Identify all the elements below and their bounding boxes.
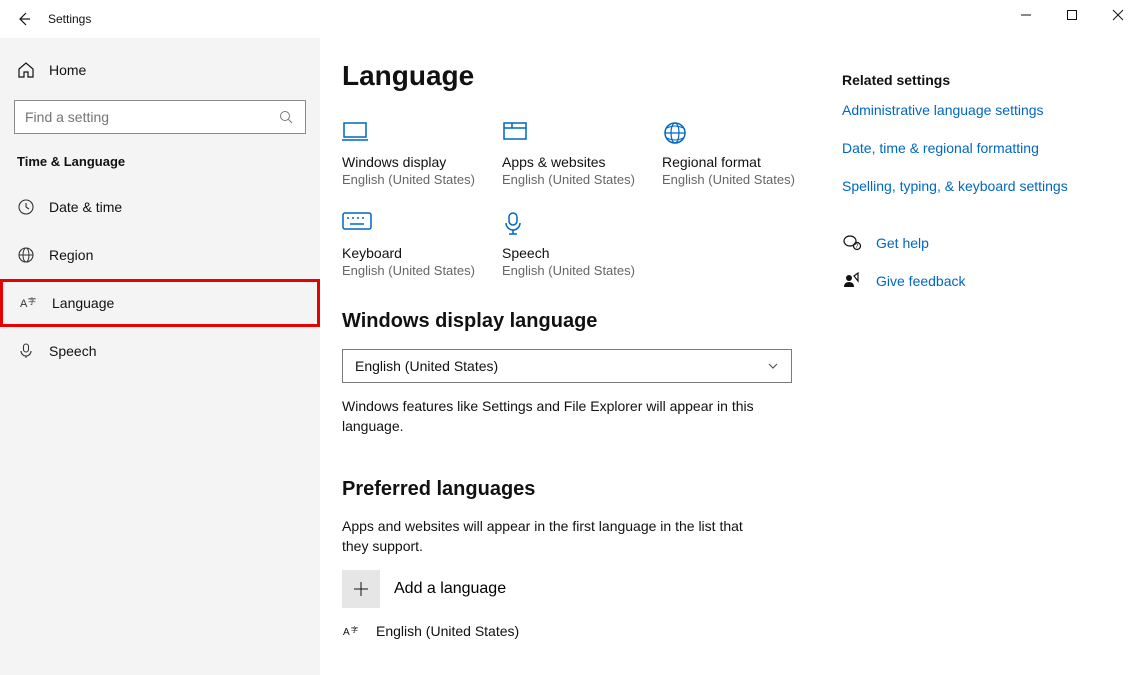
get-help-link[interactable]: ? Get help xyxy=(842,234,1102,252)
give-feedback-label: Give feedback xyxy=(876,273,966,289)
svg-text:A: A xyxy=(20,298,28,310)
home-icon xyxy=(17,61,35,79)
sidebar-item-date-time[interactable]: Date & time xyxy=(0,183,320,231)
language-item[interactable]: A字 English (United States) xyxy=(342,622,842,640)
window-controls xyxy=(1003,0,1141,30)
keyboard-icon xyxy=(342,211,492,241)
display-icon xyxy=(342,120,492,150)
content: Language Windows display English (United… xyxy=(342,60,842,675)
sidebar-item-speech[interactable]: Speech xyxy=(0,327,320,375)
close-button[interactable] xyxy=(1095,0,1141,30)
display-language-dropdown[interactable]: English (United States) xyxy=(342,349,792,383)
link-date-time-regional[interactable]: Date, time & regional formatting xyxy=(842,140,1102,156)
tile-sub: English (United States) xyxy=(662,172,812,187)
plus-icon xyxy=(342,570,380,608)
feedback-icon xyxy=(842,272,862,290)
search-field[interactable] xyxy=(25,109,277,125)
tile-title: Regional format xyxy=(662,154,812,170)
sidebar-item-label: Speech xyxy=(49,343,96,359)
search-input[interactable] xyxy=(14,100,306,134)
give-feedback-link[interactable]: Give feedback xyxy=(842,272,1102,290)
tile-title: Keyboard xyxy=(342,245,492,261)
add-language-label: Add a language xyxy=(394,580,506,598)
tile-title: Speech xyxy=(502,245,652,261)
clock-icon xyxy=(17,198,35,216)
add-language-button[interactable]: Add a language xyxy=(342,570,842,608)
dropdown-value: English (United States) xyxy=(355,358,498,374)
tile-apps-websites[interactable]: Apps & websites English (United States) xyxy=(502,120,652,187)
svg-text:字: 字 xyxy=(28,296,36,306)
related-settings-header: Related settings xyxy=(842,72,1102,88)
tile-keyboard[interactable]: Keyboard English (United States) xyxy=(342,211,492,278)
globe-region-icon xyxy=(662,120,812,150)
tile-windows-display[interactable]: Windows display English (United States) xyxy=(342,120,492,187)
sidebar-item-label: Date & time xyxy=(49,199,122,215)
nav-home-label: Home xyxy=(49,62,86,78)
microphone-icon xyxy=(502,211,652,241)
get-help-label: Get help xyxy=(876,235,929,251)
preferred-languages-title: Preferred languages xyxy=(342,478,842,501)
display-language-desc: Windows features like Settings and File … xyxy=(342,397,772,436)
maximize-button[interactable] xyxy=(1049,0,1095,30)
sidebar-section-header: Time & Language xyxy=(0,148,320,183)
microphone-icon xyxy=(17,342,35,360)
right-column: Related settings Administrative language… xyxy=(842,60,1122,675)
search-icon xyxy=(277,110,295,124)
titlebar: Settings xyxy=(0,0,1141,38)
link-admin-language[interactable]: Administrative language settings xyxy=(842,102,1102,118)
tile-speech[interactable]: Speech English (United States) xyxy=(502,211,652,278)
help-icon: ? xyxy=(842,234,862,252)
tile-sub: English (United States) xyxy=(342,172,492,187)
tile-regional-format[interactable]: Regional format English (United States) xyxy=(662,120,812,187)
svg-text:A: A xyxy=(343,627,350,638)
tile-title: Windows display xyxy=(342,154,492,170)
page-title: Language xyxy=(342,60,842,92)
tile-title: Apps & websites xyxy=(502,154,652,170)
minimize-button[interactable] xyxy=(1003,0,1049,30)
language-icon: A字 xyxy=(20,294,38,312)
sidebar-item-region[interactable]: Region xyxy=(0,231,320,279)
chevron-down-icon xyxy=(767,360,779,372)
language-item-label: English (United States) xyxy=(376,623,519,639)
svg-text:字: 字 xyxy=(351,625,358,634)
sidebar-item-label: Language xyxy=(52,295,114,311)
preferred-languages-desc: Apps and websites will appear in the fir… xyxy=(342,517,772,556)
window-title: Settings xyxy=(48,0,91,38)
sidebar-item-label: Region xyxy=(49,247,93,263)
nav-home[interactable]: Home xyxy=(0,48,320,92)
language-item-icon: A字 xyxy=(342,622,362,640)
tile-sub: English (United States) xyxy=(502,263,652,278)
tile-sub: English (United States) xyxy=(342,263,492,278)
apps-icon xyxy=(502,120,652,150)
tile-sub: English (United States) xyxy=(502,172,652,187)
back-button[interactable] xyxy=(0,0,48,38)
link-spelling-typing[interactable]: Spelling, typing, & keyboard settings xyxy=(842,178,1102,194)
display-language-title: Windows display language xyxy=(342,310,842,333)
sidebar: Home Time & Language Date & time Region … xyxy=(0,38,320,675)
sidebar-item-language[interactable]: A字 Language xyxy=(0,279,320,327)
globe-icon xyxy=(17,246,35,264)
